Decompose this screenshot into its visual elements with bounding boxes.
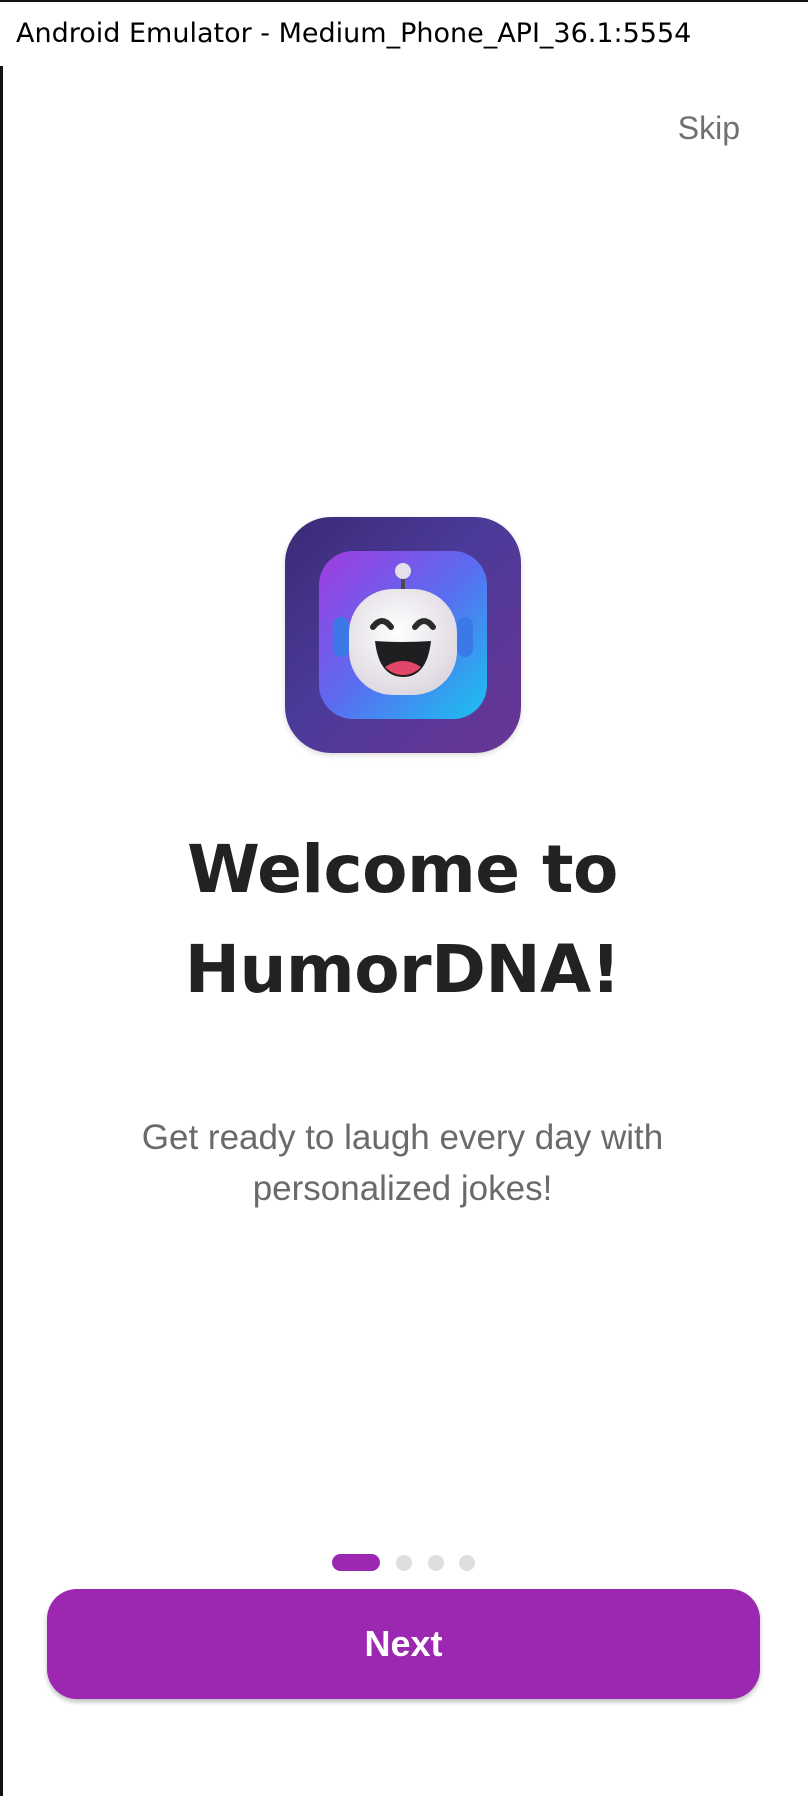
page-subtitle: Get ready to laugh every day with person…	[141, 1118, 664, 1208]
title-line-2: HumorDNA!	[184, 931, 621, 1008]
title-line-1: Welcome to	[187, 831, 618, 908]
page-dot[interactable]	[459, 1555, 475, 1571]
skip-button[interactable]: Skip	[670, 104, 748, 153]
window-title: Android Emulator - Medium_Phone_API_36.1…	[16, 18, 692, 49]
page-dot[interactable]	[396, 1555, 412, 1571]
page-dot-active[interactable]	[332, 1554, 380, 1571]
window-titlebar: Android Emulator - Medium_Phone_API_36.1…	[0, 0, 808, 66]
robot-illustration	[319, 551, 487, 719]
next-button[interactable]: Next	[47, 1589, 760, 1699]
happy-robot-icon	[285, 517, 521, 753]
page-dot[interactable]	[428, 1555, 444, 1571]
emulator-window: Android Emulator - Medium_Phone_API_36.1…	[0, 0, 808, 1796]
page-title: Welcome to HumorDNA!	[0, 820, 805, 1020]
